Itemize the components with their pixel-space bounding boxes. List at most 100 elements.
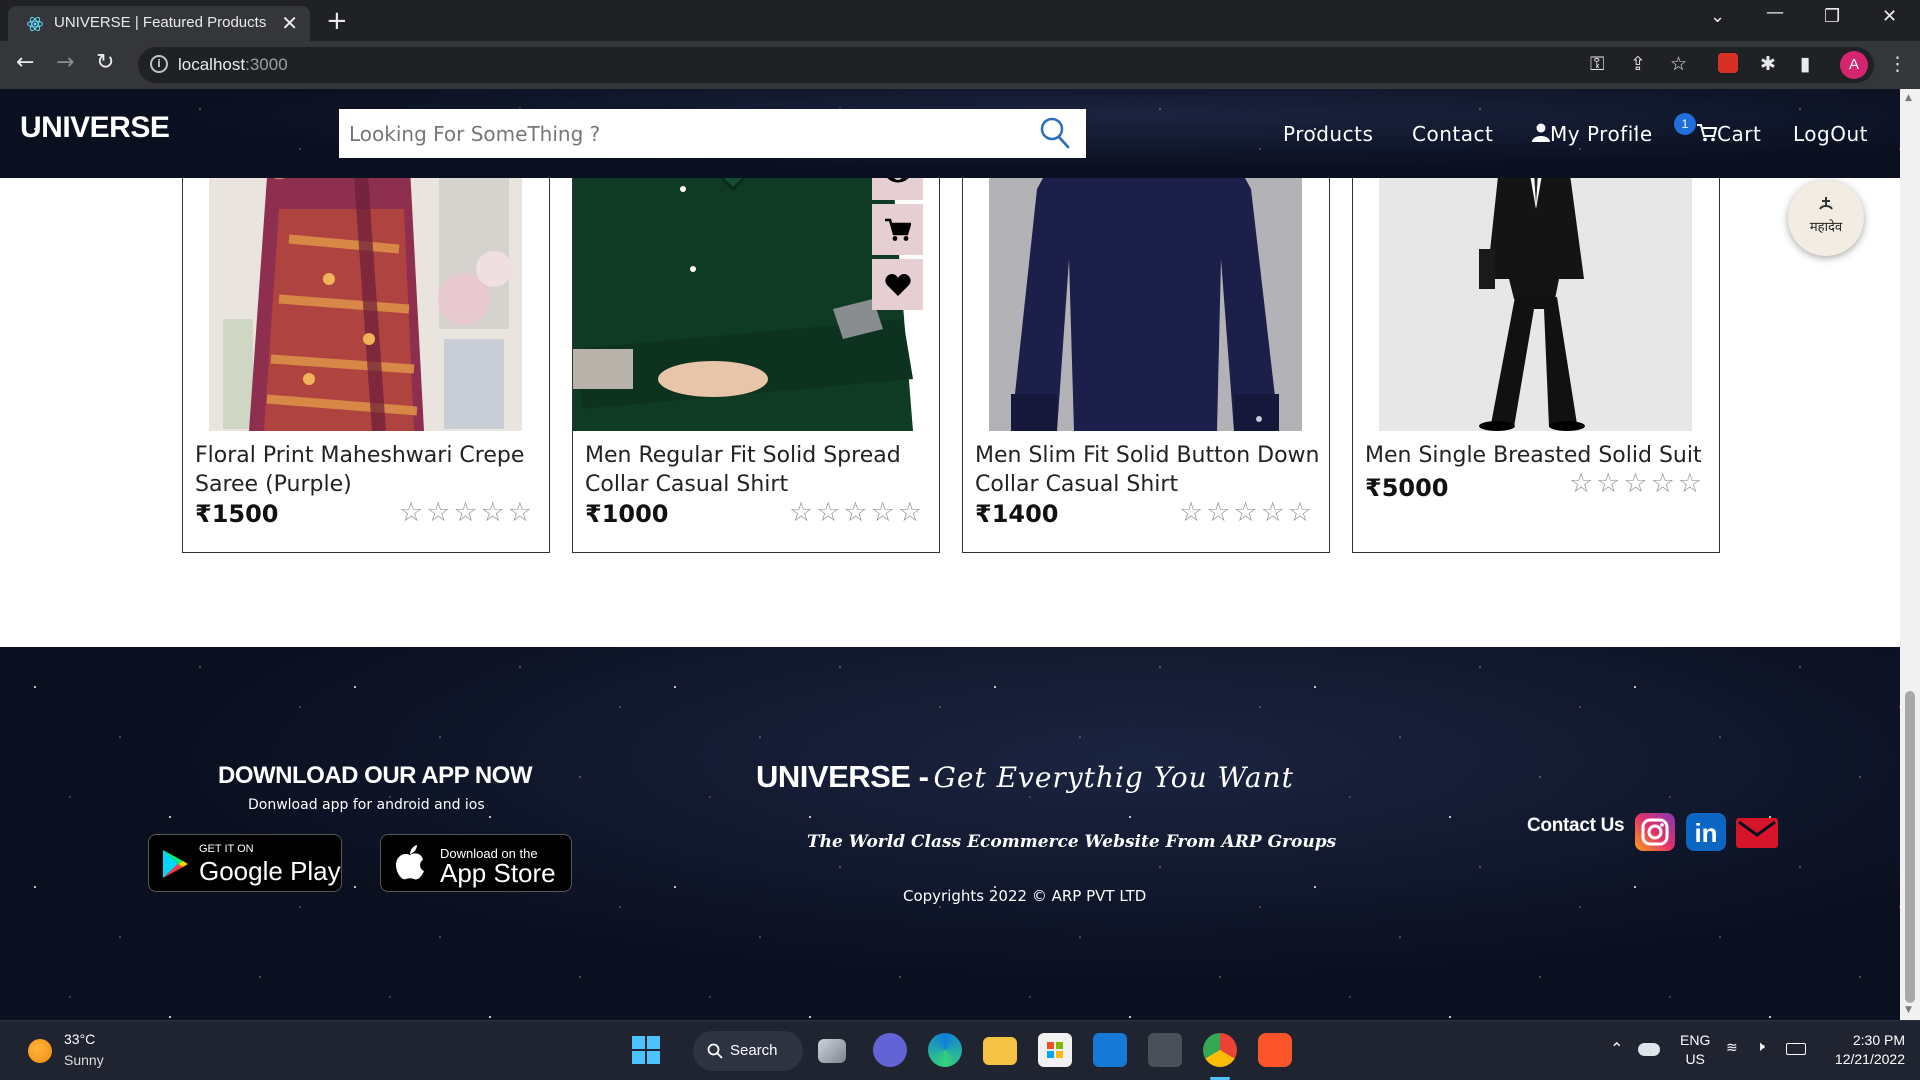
product-price: ₹5000	[1365, 474, 1449, 502]
share-icon[interactable]: ⇪	[1630, 53, 1646, 75]
heart-icon	[884, 273, 911, 296]
calculator-icon[interactable]	[1148, 1033, 1182, 1067]
product-card[interactable]: Men Single Breasted Solid Suit ₹5000 ☆☆☆…	[1352, 148, 1720, 553]
edge-icon[interactable]	[928, 1033, 962, 1067]
weather-sun-icon[interactable]	[28, 1039, 52, 1063]
volume-icon[interactable]: 🕨	[1756, 1038, 1765, 1055]
rating-stars[interactable]: ☆☆☆☆☆	[1179, 497, 1315, 528]
file-explorer-icon[interactable]	[983, 1037, 1017, 1065]
react-icon	[27, 16, 43, 32]
menu-icon[interactable]: ⋮	[1888, 53, 1907, 75]
profile-avatar[interactable]: A	[1840, 51, 1868, 79]
scrollbar-thumb[interactable]	[1905, 691, 1915, 1003]
scroll-down-arrow-icon[interactable]: ▼	[1905, 1005, 1912, 1015]
taskbar-search[interactable]: Search	[693, 1031, 803, 1071]
product-image[interactable]	[989, 149, 1302, 431]
url-text: localhost:3000	[178, 55, 288, 74]
side-panel-icon[interactable]: ▮	[1800, 53, 1810, 75]
close-tab-icon[interactable]: ✕	[281, 11, 298, 35]
nav-contact[interactable]: Contact	[1412, 122, 1493, 146]
back-icon[interactable]: ←	[16, 50, 34, 75]
google-play-icon	[163, 850, 188, 878]
copyright-text: Copyrights 2022 © ARP PVT LTD	[903, 887, 1147, 905]
address-bar[interactable]: i localhost:3000	[138, 47, 1874, 83]
product-name[interactable]: Men Regular Fit Solid Spread Collar Casu…	[585, 441, 930, 499]
product-card[interactable]: Men Slim Fit Solid Button Down Collar Ca…	[962, 148, 1330, 553]
site-info-icon[interactable]: i	[150, 55, 168, 73]
key-icon[interactable]: ⚿	[1590, 53, 1604, 75]
minimize-icon[interactable]: —	[1766, 2, 1784, 23]
mahadev-logo: महादेव	[1810, 197, 1843, 235]
brave-icon[interactable]	[1258, 1033, 1292, 1067]
onedrive-cloud-icon[interactable]	[1638, 1043, 1660, 1056]
brand-logo[interactable]: UNIVERSE	[20, 111, 170, 145]
add-to-wishlist-button[interactable]	[872, 259, 923, 310]
product-name[interactable]: Men Single Breasted Solid Suit	[1365, 441, 1710, 470]
language-indicator[interactable]: ENG US	[1680, 1031, 1710, 1069]
extension-icon[interactable]	[1718, 53, 1738, 73]
product-price: ₹1000	[585, 500, 669, 528]
rating-stars[interactable]: ☆☆☆☆☆	[399, 497, 535, 528]
tab-title: UNIVERSE | Featured Products	[54, 14, 267, 31]
floating-logo-badge[interactable]: महादेव	[1788, 180, 1864, 256]
restore-icon[interactable]: ❐	[1824, 6, 1840, 27]
weather-temperature[interactable]: 33°C	[64, 1031, 95, 1047]
product-name[interactable]: Floral Print Maheshwari Crepe Saree (Pur…	[195, 441, 540, 499]
search-input[interactable]	[339, 109, 1019, 158]
teams-chat-icon[interactable]	[873, 1033, 907, 1067]
bookmark-star-icon[interactable]: ☆	[1670, 53, 1687, 75]
svg-text:in: in	[1694, 818, 1717, 848]
product-image[interactable]	[209, 149, 522, 431]
chrome-icon[interactable]	[1203, 1033, 1237, 1067]
user-icon	[1532, 123, 1550, 142]
product-price: ₹1500	[195, 500, 279, 528]
google-play-button[interactable]: GET IT ON Google Play	[148, 834, 342, 892]
nav-cart[interactable]: Cart	[1697, 122, 1761, 146]
mail-icon[interactable]	[1736, 818, 1778, 848]
browser-toolbar: ← → ↻ i localhost:3000 ⚿ ⇪ ☆ ✱ ▮ A ⋮	[0, 41, 1920, 89]
forward-icon[interactable]: →	[56, 50, 74, 75]
add-to-cart-button[interactable]	[872, 204, 923, 255]
microsoft-store-icon[interactable]	[1038, 1033, 1072, 1067]
weather-condition[interactable]: Sunny	[64, 1052, 104, 1068]
task-view-icon[interactable]	[818, 1039, 846, 1063]
show-hidden-icons-chevron-icon[interactable]: ⌃	[1610, 1039, 1623, 1059]
reload-icon[interactable]: ↻	[96, 50, 114, 75]
puzzle-icon[interactable]: ✱	[1760, 53, 1776, 75]
new-tab-icon[interactable]: +	[326, 6, 348, 36]
linkedin-icon[interactable]: in	[1686, 813, 1726, 851]
window-close-icon[interactable]: ✕	[1882, 6, 1897, 27]
wifi-icon[interactable]: ≋	[1726, 1039, 1738, 1056]
clock[interactable]: 2:30 PM 12/21/2022	[1825, 1031, 1905, 1069]
scroll-up-arrow-icon[interactable]: ▲	[1905, 93, 1912, 103]
page-viewport: UNIVERSE Products Contact My Profile 1 C…	[0, 89, 1900, 1020]
search-box	[339, 109, 1086, 158]
product-card[interactable]: Floral Print Maheshwari Crepe Saree (Pur…	[182, 148, 550, 553]
nav-logout[interactable]: LogOut	[1793, 122, 1868, 146]
app-store-button[interactable]: Download on the App Store	[380, 834, 572, 892]
rating-stars[interactable]: ☆☆☆☆☆	[789, 497, 925, 528]
search-icon	[707, 1043, 723, 1059]
svg-text:महादेव: महादेव	[1810, 219, 1843, 235]
product-image[interactable]	[573, 149, 913, 431]
tab-search-icon[interactable]: ⌄	[1710, 6, 1725, 27]
start-button[interactable]	[629, 1033, 663, 1067]
instagram-icon[interactable]	[1635, 813, 1675, 851]
search-icon[interactable]	[1040, 117, 1070, 149]
page-scrollbar[interactable]: ▲ ▼	[1900, 89, 1920, 1020]
cart-count-badge: 1	[1674, 113, 1696, 135]
rating-stars[interactable]: ☆☆☆☆☆	[1569, 468, 1705, 499]
product-name[interactable]: Men Slim Fit Solid Button Down Collar Ca…	[975, 441, 1320, 499]
site-header: UNIVERSE Products Contact My Profile 1 C…	[0, 89, 1900, 178]
mail-app-icon[interactable]	[1093, 1033, 1127, 1067]
product-image[interactable]	[1379, 149, 1692, 431]
footer-brand: UNIVERSE - Get Everythig You Want	[756, 759, 1294, 794]
apple-icon	[396, 845, 424, 880]
browser-tab[interactable]: UNIVERSE | Featured Products ✕	[8, 6, 310, 41]
browser-tab-strip: UNIVERSE | Featured Products ✕ + ⌄ — ❐ ✕	[0, 0, 1920, 41]
nav-products[interactable]: Products	[1283, 122, 1373, 146]
battery-icon[interactable]	[1786, 1043, 1806, 1055]
nav-my-profile[interactable]: My Profile	[1532, 122, 1653, 146]
product-card[interactable]: Men Regular Fit Solid Spread Collar Casu…	[572, 148, 940, 553]
download-app-subtitle: Donwload app for android and ios	[248, 797, 485, 813]
